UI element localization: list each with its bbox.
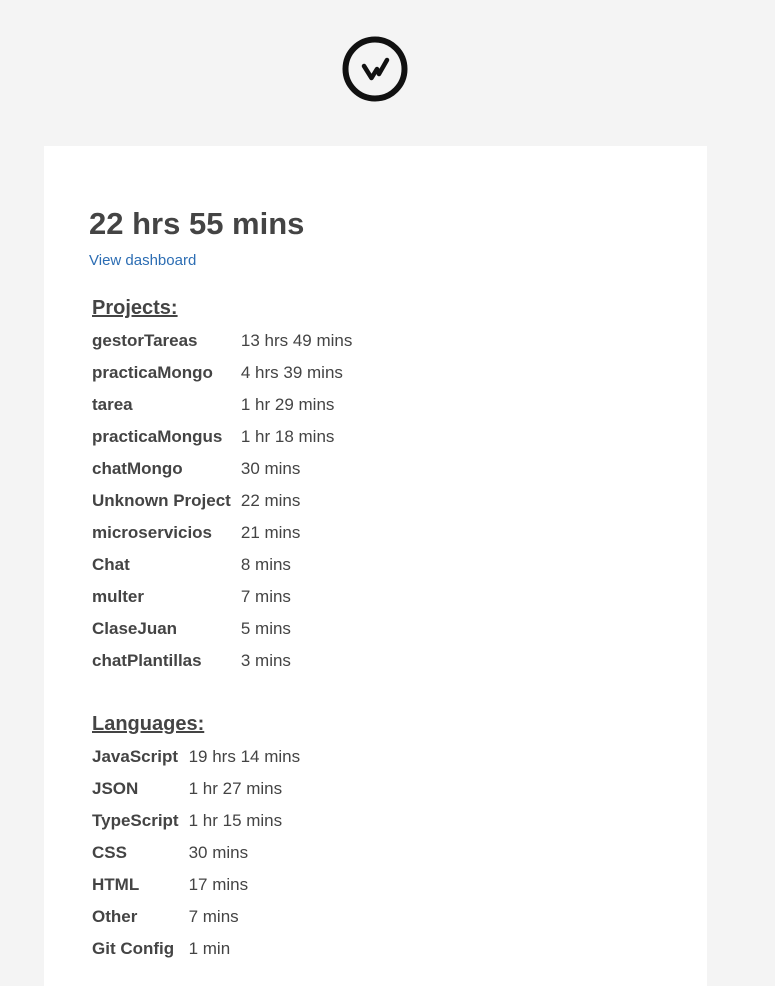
- project-name: ClaseJuan: [92, 619, 178, 638]
- languages-heading: Languages:: [92, 713, 205, 735]
- project-row: microservicios 21 mins: [92, 517, 352, 549]
- project-name: gestorTareas: [92, 331, 198, 350]
- language-row: Other 7 mins: [92, 901, 300, 933]
- project-row: Unknown Project 22 mins: [92, 485, 352, 517]
- project-name: practicaMongus: [92, 427, 223, 446]
- project-time: 5 mins: [240, 619, 291, 638]
- project-time: 8 mins: [240, 555, 291, 574]
- languages-table: JavaScript 19 hrs 14 mins JSON 1 hr 27 min…: [92, 741, 300, 965]
- language-time: 1 hr 15 mins: [188, 811, 283, 830]
- project-name: Chat: [92, 555, 130, 574]
- language-time: 30 mins: [188, 843, 249, 862]
- project-row: practicaMongus 1 hr 18 mins: [92, 421, 352, 453]
- project-time: 4 hrs 39 mins: [240, 363, 343, 382]
- language-row: CSS 30 mins: [92, 837, 300, 869]
- project-row: ClaseJuan 5 mins: [92, 613, 352, 645]
- summary-card: 22 hrs 55 mins View dashboard Projects: …: [44, 146, 707, 986]
- project-time: 21 mins: [240, 523, 301, 542]
- project-time: 3 mins: [240, 651, 291, 670]
- project-time: 22 mins: [240, 491, 301, 510]
- project-row: tarea 1 hr 29 mins: [92, 389, 352, 421]
- language-row: JavaScript 19 hrs 14 mins: [92, 741, 300, 773]
- project-row: chatPlantillas 3 mins: [92, 645, 352, 677]
- total-time: 22 hrs 55 mins: [89, 206, 305, 241]
- language-name: JavaScript: [92, 747, 178, 766]
- project-name: chatMongo: [92, 459, 183, 478]
- language-row: JSON 1 hr 27 mins: [92, 773, 300, 805]
- language-time: 7 mins: [188, 907, 239, 926]
- project-row: multer 7 mins: [92, 581, 352, 613]
- language-row: HTML 17 mins: [92, 869, 300, 901]
- project-row: practicaMongo 4 hrs 39 mins: [92, 357, 352, 389]
- language-time: 17 mins: [188, 875, 249, 894]
- project-name: microservicios: [92, 523, 213, 542]
- view-dashboard-link[interactable]: View dashboard: [89, 251, 196, 271]
- project-name: multer: [92, 587, 144, 606]
- language-time: 19 hrs 14 mins: [188, 747, 301, 766]
- project-row: Chat 8 mins: [92, 549, 352, 581]
- wakatime-logo-icon: [342, 36, 408, 102]
- language-time: 1 min: [188, 939, 231, 958]
- language-row: TypeScript 1 hr 15 mins: [92, 805, 300, 837]
- project-row: gestorTareas 13 hrs 49 mins: [92, 325, 352, 357]
- language-name: JSON: [92, 779, 139, 798]
- project-time: 1 hr 29 mins: [240, 395, 335, 414]
- language-name: HTML: [92, 875, 140, 894]
- project-time: 1 hr 18 mins: [240, 427, 335, 446]
- language-row: Git Config 1 min: [92, 933, 300, 965]
- project-name: Unknown Project: [92, 491, 231, 510]
- projects-table: gestorTareas 13 hrs 49 mins practicaMongo…: [92, 325, 352, 677]
- language-name: Other: [92, 907, 138, 926]
- project-time: 30 mins: [240, 459, 301, 478]
- projects-heading: Projects:: [92, 297, 178, 319]
- language-time: 1 hr 27 mins: [188, 779, 283, 798]
- language-name: CSS: [92, 843, 127, 862]
- project-name: tarea: [92, 395, 133, 414]
- project-time: 13 hrs 49 mins: [240, 331, 353, 350]
- project-time: 7 mins: [240, 587, 291, 606]
- project-name: practicaMongo: [92, 363, 213, 382]
- project-row: chatMongo 30 mins: [92, 453, 352, 485]
- language-name: TypeScript: [92, 811, 179, 830]
- project-name: chatPlantillas: [92, 651, 202, 670]
- language-name: Git Config: [92, 939, 175, 958]
